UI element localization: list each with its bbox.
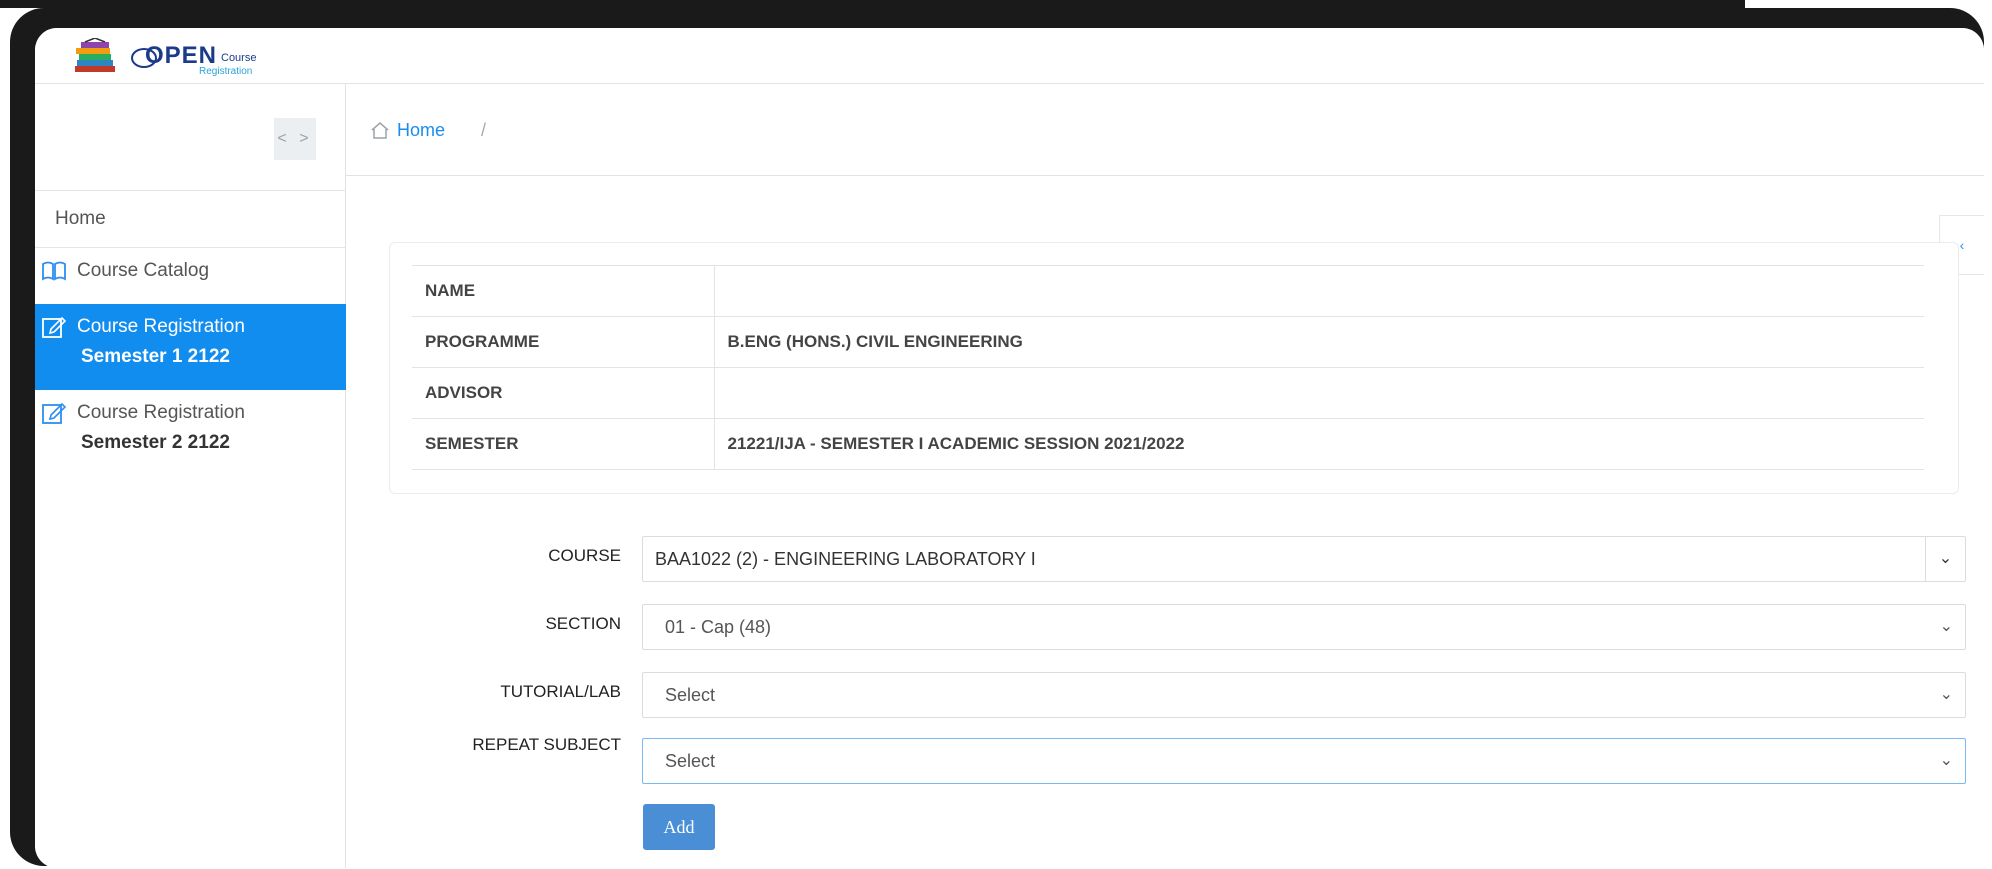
info-value [714,367,1924,419]
sidebar-item-label: Course Registration [77,316,245,337]
sidebar-item-registration-sem1[interactable]: Course Registration Semester 1 2122 [35,304,346,390]
sidebar-item-registration-sem2[interactable]: Course Registration Semester 2 2122 [35,390,346,476]
book-icon [42,261,66,281]
app-screen: OPEN Course Registration < > Home Course… [35,28,1984,868]
sidebar-item-home[interactable]: Home [35,190,346,248]
student-info-card: NAME PROGRAMME B.ENG (HONS.) CIVIL ENGIN… [389,242,1959,494]
info-value: 21221/IJA - SEMESTER I ACADEMIC SESSION … [714,418,1924,470]
device-frame: OPEN Course Registration < > Home Course… [10,8,1984,868]
info-value: B.ENG (HONS.) CIVIL ENGINEERING [714,316,1924,368]
info-value [714,265,1924,317]
breadcrumb: Home / [346,84,1984,176]
sidebar-item-label: Course Catalog [77,260,210,281]
table-row: PROGRAMME B.ENG (HONS.) CIVIL ENGINEERIN… [412,316,1924,368]
repeat-subject-select[interactable]: Select ⌄ [642,738,1966,784]
books-logo-icon [75,38,115,72]
tutorial-lab-label: TUTORIAL/LAB [500,682,621,701]
table-row: ADVISOR [412,367,1924,419]
sidebar: < > Home Course Catalog Course Registrat… [35,84,346,868]
table-row: SEMESTER 21221/IJA - SEMESTER I ACADEMIC… [412,418,1924,470]
sidebar-toggle-button[interactable]: < > [274,118,316,160]
brand-course-text: Course [221,52,257,64]
repeat-subject-select-value: Select [665,751,716,771]
window-top-edge [0,0,1745,8]
course-select-value: BAA1022 (2) - ENGINEERING LABORATORY I [655,549,1036,569]
chevron-left-icon: ‹ [1959,237,1965,253]
sidebar-item-sublabel: Semester 1 2122 [81,346,230,367]
chevron-down-icon: ⌄ [1939,686,1953,703]
chevron-down-icon: ⌄ [1925,537,1965,581]
tutorial-lab-select-value: Select [665,685,716,705]
section-select[interactable]: 01 - Cap (48) ⌄ [642,604,1966,650]
edit-icon [42,316,67,338]
course-label: COURSE [548,546,621,565]
section-label: SECTION [545,614,621,633]
student-info-table: NAME PROGRAMME B.ENG (HONS.) CIVIL ENGIN… [412,265,1924,470]
sidebar-item-course-catalog[interactable]: Course Catalog [35,248,346,304]
table-row: NAME [412,265,1924,317]
breadcrumb-home-link[interactable]: Home [397,120,445,141]
sidebar-item-sublabel: Semester 2 2122 [81,432,230,453]
info-key: ADVISOR [412,367,715,419]
brand-logo[interactable]: OPEN Course Registration [73,36,303,77]
edit-icon [42,402,67,424]
chevron-down-icon: ⌄ [1939,618,1953,635]
tutorial-lab-select[interactable]: Select ⌄ [642,672,1966,718]
home-icon [371,122,389,139]
info-key: PROGRAMME [412,316,715,368]
add-button[interactable]: Add [643,804,715,850]
info-key: SEMESTER [412,418,715,470]
top-header: OPEN Course Registration [35,28,1984,84]
section-select-value: 01 - Cap (48) [665,617,772,637]
sidebar-item-label: Course Registration [77,402,245,423]
brand-registration-text: Registration [199,66,253,77]
info-key: NAME [412,265,715,317]
course-select[interactable]: BAA1022 (2) - ENGINEERING LABORATORY I ⌄ [642,536,1966,582]
repeat-subject-label: REPEAT SUBJECT [472,735,621,754]
breadcrumb-separator: / [481,120,487,140]
chevron-down-icon: ⌄ [1939,752,1953,769]
